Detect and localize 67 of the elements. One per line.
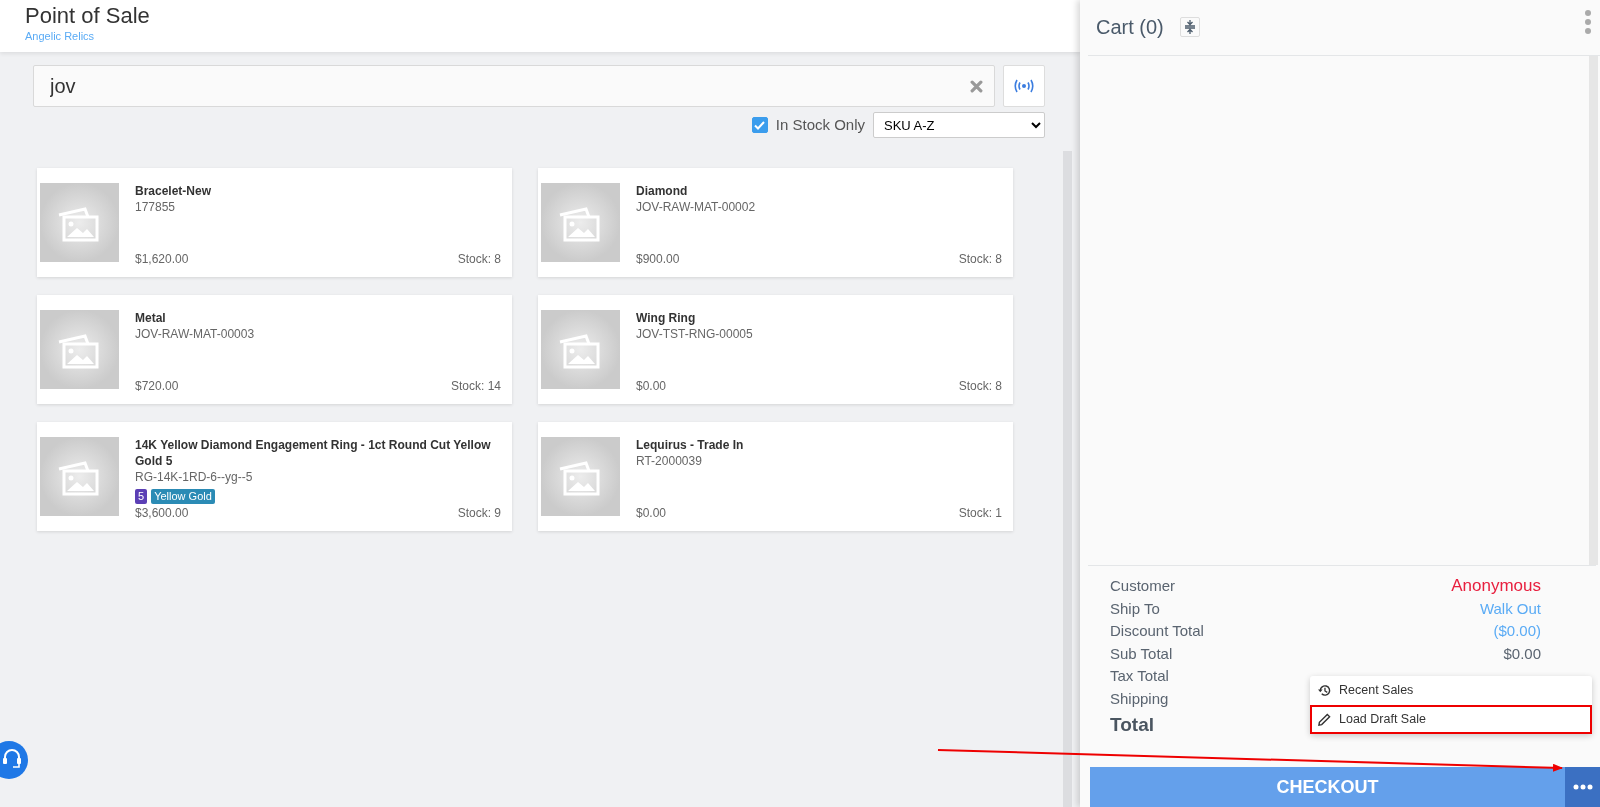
pencil-icon [1318, 713, 1331, 726]
broadcast-button[interactable] [1003, 65, 1045, 107]
product-price: $0.00 [636, 378, 667, 394]
image-placeholder-icon [541, 310, 620, 389]
stock-count: Stock: 8 [457, 251, 501, 267]
product-sku: JOV-RAW-MAT-00003 [135, 326, 256, 342]
more-button[interactable] [1565, 767, 1600, 807]
product-card[interactable]: Bracelet-New 177855 $1,620.00 Stock: 8 [37, 168, 512, 277]
stock-count: Stock: 8 [958, 378, 1002, 394]
product-card[interactable]: Wing Ring JOV-TST-RNG-00005 $0.00 Stock: 8 [538, 295, 1013, 404]
image-placeholder-icon [541, 437, 620, 516]
collapse-icon [1183, 20, 1196, 35]
support-button[interactable] [0, 741, 28, 779]
product-card[interactable]: Diamond JOV-RAW-MAT-00002 $900.00 Stock: 8 [538, 168, 1013, 277]
summary-label: Ship To [1110, 598, 1160, 619]
stock-count: Stock: 8 [958, 251, 1002, 267]
sort-select[interactable]: SKU A-Z [873, 112, 1045, 138]
collapse-button[interactable] [1179, 17, 1200, 38]
summary-label: Total [1110, 712, 1154, 737]
product-card[interactable]: 14K Yellow Diamond Engagement Ring - 1ct Round Cut Yellow Gold 5 RG-14K-1RD-6--yg--5 5 Yellow Gold $3,600.00 Stock: 9 [37, 422, 512, 531]
product-name: Metal [135, 310, 167, 326]
summary-label: Shipping [1110, 689, 1169, 709]
product-card[interactable]: Metal JOV-RAW-MAT-00003 $720.00 Stock: 14 [37, 295, 512, 404]
in-stock-checkbox[interactable] [751, 117, 768, 133]
menu-item[interactable]: Recent Sales [1310, 676, 1592, 705]
stock-count: Stock: 9 [457, 505, 501, 521]
product-name: Diamond [636, 183, 689, 199]
product-price: $0.00 [636, 505, 667, 521]
product-name: 14K Yellow Diamond Engagement Ring - 1ct Round Cut Yellow Gold 5 [135, 437, 492, 469]
headset-icon [2, 749, 22, 771]
page-title: Point of Sale [25, 4, 151, 29]
product-price: $1,620.00 [135, 251, 189, 267]
product-sku: JOV-TST-RNG-00005 [636, 326, 754, 342]
product-price: $900.00 [636, 251, 680, 267]
product-sku: RG-14K-1RD-6--yg--5 [135, 469, 254, 485]
image-placeholder-icon [40, 183, 119, 262]
image-placeholder-icon [40, 310, 119, 389]
menu-item[interactable]: Load Draft Sale [1310, 705, 1592, 734]
history-icon [1318, 684, 1331, 697]
checkbox-label[interactable]: In Stock Only [775, 113, 865, 137]
product-card[interactable]: Lequirus - Trade In RT-2000039 $0.00 Stock: 1 [538, 422, 1013, 531]
product-name: Wing Ring [636, 310, 697, 326]
product-tag: 5 [135, 489, 148, 504]
product-name: Lequirus - Trade In [636, 437, 745, 453]
summary-label: Customer [1110, 576, 1176, 596]
product-price: $3,600.00 [135, 505, 189, 521]
summary-label: Tax Total [1110, 666, 1169, 687]
image-placeholder-icon [541, 183, 620, 262]
more-icon [1572, 784, 1593, 790]
stock-count: Stock: 1 [958, 505, 1002, 521]
image-placeholder-icon [40, 437, 119, 516]
product-sku: JOV-RAW-MAT-00002 [636, 199, 757, 215]
more-options-icon[interactable] [1584, 10, 1592, 34]
summary-label: Discount Total [1110, 621, 1204, 642]
product-tag: Yellow Gold [151, 489, 215, 504]
search-field[interactable]: jov [33, 65, 995, 107]
summary-value[interactable]: Anonymous [1451, 575, 1541, 598]
summary-value: $0.00 [1503, 643, 1541, 664]
product-sku: 177855 [135, 199, 177, 215]
stock-count: Stock: 14 [450, 378, 501, 394]
cart-title: Cart (0) [1095, 15, 1164, 41]
product-name: Bracelet-New [135, 183, 213, 199]
clear-icon[interactable] [970, 80, 983, 93]
product-price: $720.00 [135, 378, 179, 394]
summary-label: Sub Total [1110, 643, 1173, 664]
product-sku: RT-2000039 [636, 453, 703, 469]
broadcast-icon [1013, 79, 1035, 93]
